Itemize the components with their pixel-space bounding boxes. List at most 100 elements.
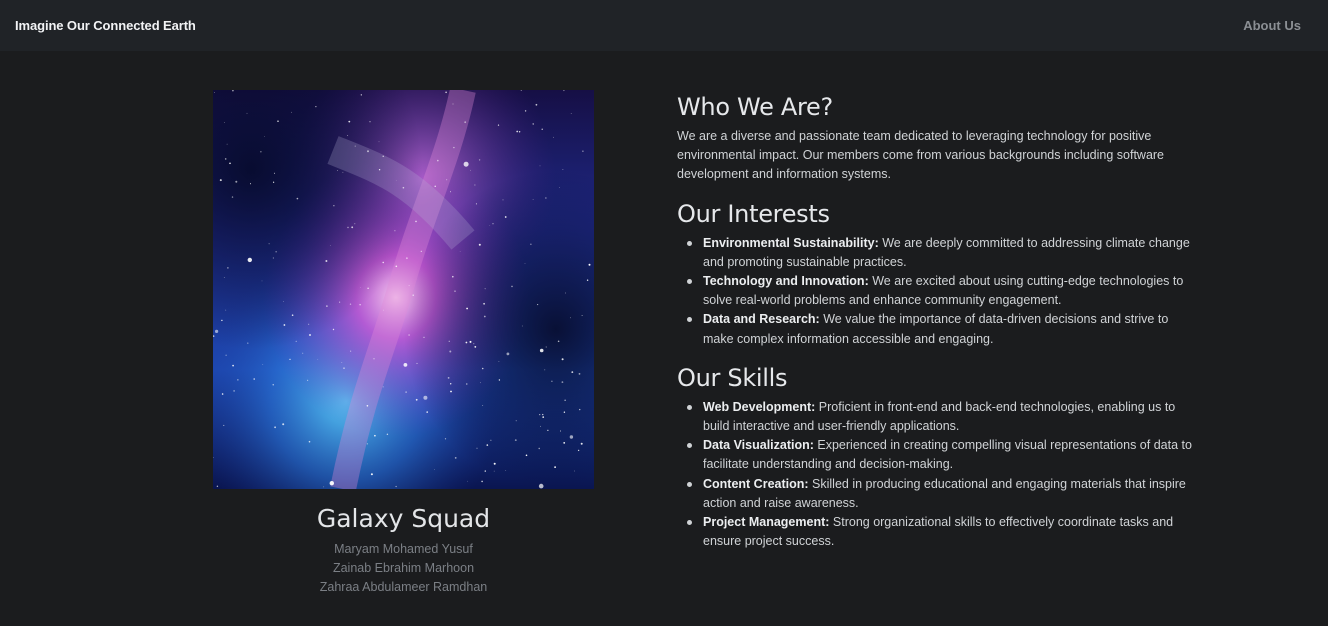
star bbox=[341, 362, 343, 363]
star bbox=[452, 275, 454, 278]
star bbox=[272, 384, 274, 386]
star bbox=[395, 485, 397, 488]
star bbox=[333, 205, 335, 207]
star bbox=[408, 285, 410, 287]
star bbox=[564, 399, 566, 401]
star bbox=[253, 378, 255, 380]
star bbox=[532, 199, 534, 200]
star bbox=[532, 123, 534, 125]
galaxy-image bbox=[213, 90, 594, 489]
star bbox=[261, 280, 263, 282]
star bbox=[232, 364, 234, 367]
star bbox=[565, 292, 566, 294]
star bbox=[530, 243, 532, 245]
star bbox=[588, 263, 591, 266]
star bbox=[492, 223, 494, 225]
star bbox=[537, 304, 539, 306]
star bbox=[247, 342, 249, 344]
star bbox=[247, 257, 252, 263]
star bbox=[223, 277, 225, 278]
star bbox=[221, 319, 223, 322]
star bbox=[283, 324, 286, 326]
star bbox=[571, 371, 574, 373]
star bbox=[545, 197, 547, 199]
star bbox=[484, 288, 486, 290]
list-item: Web Development: Proficient in front-end… bbox=[687, 398, 1192, 436]
star bbox=[521, 325, 523, 327]
star bbox=[490, 439, 492, 441]
star bbox=[273, 181, 275, 183]
star bbox=[367, 150, 369, 153]
star bbox=[559, 187, 560, 188]
star bbox=[506, 352, 510, 356]
star bbox=[446, 179, 448, 181]
star bbox=[325, 260, 328, 262]
star bbox=[484, 470, 486, 472]
star bbox=[539, 348, 544, 353]
star bbox=[423, 336, 425, 338]
star bbox=[448, 340, 450, 342]
skills-section: Our Skills Web Development: Proficient i… bbox=[677, 363, 1192, 552]
star bbox=[307, 379, 309, 381]
star bbox=[493, 462, 496, 465]
star bbox=[445, 91, 447, 94]
star bbox=[542, 416, 544, 418]
star bbox=[450, 383, 452, 385]
star bbox=[535, 103, 538, 106]
star bbox=[370, 473, 373, 476]
star bbox=[224, 158, 227, 160]
star bbox=[215, 329, 219, 333]
star bbox=[524, 263, 526, 264]
interests-section: Our Interests Environmental Sustainabili… bbox=[677, 199, 1192, 349]
star bbox=[570, 113, 572, 114]
star bbox=[309, 334, 311, 336]
navbar-brand[interactable]: Imagine Our Connected Earth bbox=[15, 18, 196, 33]
star bbox=[246, 112, 248, 114]
star bbox=[454, 457, 457, 459]
star bbox=[272, 257, 274, 259]
star bbox=[505, 470, 507, 471]
star bbox=[454, 290, 456, 292]
star bbox=[561, 358, 564, 361]
star bbox=[360, 287, 361, 288]
list-item: Content Creation: Skilled in producing e… bbox=[687, 475, 1192, 513]
star bbox=[586, 279, 589, 281]
star bbox=[369, 121, 371, 123]
star bbox=[497, 124, 500, 126]
star bbox=[481, 367, 484, 370]
star bbox=[483, 315, 486, 318]
star bbox=[283, 301, 284, 302]
star bbox=[480, 382, 481, 384]
star bbox=[351, 226, 354, 229]
star bbox=[295, 340, 297, 342]
star bbox=[542, 413, 544, 416]
star bbox=[366, 443, 368, 445]
star bbox=[525, 454, 528, 457]
star bbox=[524, 110, 527, 112]
star bbox=[504, 216, 507, 218]
star bbox=[329, 481, 334, 486]
star bbox=[394, 230, 396, 232]
star bbox=[360, 94, 362, 96]
star bbox=[489, 225, 491, 226]
star bbox=[216, 485, 219, 487]
star bbox=[541, 128, 543, 130]
star bbox=[275, 251, 277, 253]
star bbox=[450, 191, 451, 193]
star bbox=[349, 303, 352, 305]
star bbox=[214, 92, 215, 93]
nav-link-about-us[interactable]: About Us bbox=[1243, 18, 1301, 33]
star bbox=[466, 307, 468, 310]
star bbox=[486, 444, 489, 446]
star bbox=[339, 301, 341, 303]
star bbox=[482, 405, 484, 406]
star bbox=[581, 315, 583, 316]
star bbox=[538, 447, 540, 450]
who-we-are-heading: Who We Are? bbox=[677, 93, 833, 121]
who-we-are-section: Who We Are? We are a diverse and passion… bbox=[677, 92, 1192, 185]
star bbox=[452, 103, 454, 105]
star bbox=[403, 363, 408, 367]
star bbox=[219, 179, 222, 182]
star bbox=[420, 250, 422, 252]
star bbox=[382, 386, 384, 388]
